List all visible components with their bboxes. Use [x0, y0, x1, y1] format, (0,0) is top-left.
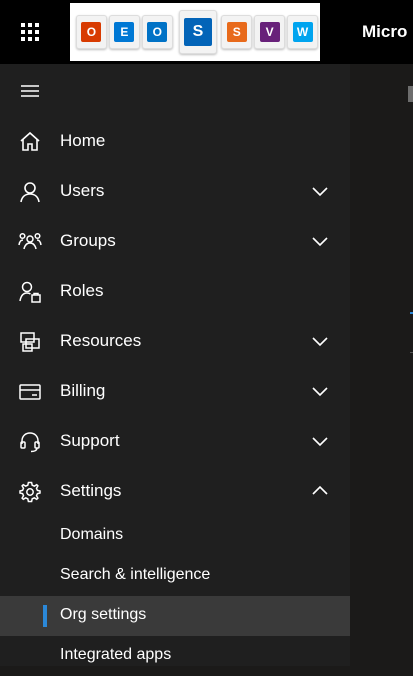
- collapse-nav-button[interactable]: [0, 64, 60, 118]
- roles-icon: [19, 281, 41, 303]
- home-icon: [20, 131, 40, 151]
- outlook-logo-icon: O: [147, 22, 168, 42]
- gear-icon: [19, 481, 41, 503]
- sway-app-tile: S: [221, 15, 253, 49]
- top-header: O E O S S V W Micro: [0, 0, 413, 64]
- nav-item-support[interactable]: Support: [0, 416, 350, 466]
- hamburger-icon: [21, 85, 39, 97]
- subnav-item-domains[interactable]: Domains: [0, 516, 350, 556]
- chevron-down-icon: [312, 237, 328, 247]
- windows-logo-icon: W: [292, 22, 313, 42]
- chevron-down-icon: [312, 187, 328, 197]
- subnav-item-label: Search & intelligence: [60, 566, 211, 583]
- chevron-down-icon: [312, 337, 328, 347]
- nav-item-home[interactable]: Home: [0, 116, 350, 166]
- office-logo-icon: O: [81, 22, 102, 42]
- subnav-item-label: Org settings: [60, 606, 147, 623]
- nav-item-label: Resources: [60, 331, 142, 350]
- sharepoint-logo-icon: S: [184, 18, 213, 46]
- resources-icon: [20, 332, 40, 352]
- nav-item-groups[interactable]: Groups: [0, 216, 350, 266]
- subnav-item-label: Integrated apps: [60, 646, 172, 663]
- exchange-app-tile: E: [108, 15, 140, 49]
- waffle-icon: [21, 23, 39, 41]
- left-nav: Home Users Groups Roles Resources Billin…: [0, 64, 350, 666]
- user-icon: [20, 182, 40, 203]
- windows-app-tile: W: [287, 15, 319, 49]
- outlook-app-tile: O: [141, 15, 173, 49]
- chevron-down-icon: [312, 437, 328, 447]
- sway-logo-icon: S: [226, 22, 247, 42]
- billing-icon: [19, 384, 41, 400]
- visual-studio-app-tile: V: [254, 15, 286, 49]
- subnav-item-org-settings[interactable]: Org settings: [0, 596, 350, 636]
- nav-item-label: Users: [60, 181, 105, 200]
- org-logo-banner[interactable]: O E O S S V W: [70, 3, 320, 61]
- exchange-logo-icon: E: [114, 22, 135, 42]
- active-indicator: [43, 605, 47, 627]
- app-title[interactable]: Micro: [362, 22, 407, 42]
- main-content: [350, 64, 413, 666]
- nav-item-label: Settings: [60, 481, 122, 500]
- nav-item-users[interactable]: Users: [0, 166, 350, 216]
- chevron-up-icon: [312, 485, 328, 495]
- nav-item-roles[interactable]: Roles: [0, 266, 350, 316]
- nav-item-label: Groups: [60, 231, 116, 250]
- app-launcher-button[interactable]: [0, 0, 60, 64]
- nav-item-resources[interactable]: Resources: [0, 316, 350, 366]
- subnav-item-label: Domains: [60, 526, 124, 543]
- nav-item-label: Home: [60, 131, 106, 150]
- nav-item-label: Roles: [60, 281, 104, 300]
- sharepoint-app-tile: S: [178, 10, 218, 54]
- nav-item-label: Billing: [60, 381, 106, 400]
- nav-item-billing[interactable]: Billing: [0, 366, 350, 416]
- visual-studio-logo-icon: V: [259, 22, 280, 42]
- headset-icon: [20, 432, 40, 453]
- groups-icon: [18, 232, 42, 250]
- nav-item-settings[interactable]: Settings: [0, 466, 350, 516]
- nav-item-label: Support: [60, 431, 120, 450]
- subnav-item-integrated-apps[interactable]: Integrated apps: [0, 636, 350, 676]
- chevron-down-icon: [312, 387, 328, 397]
- office-app-tile: O: [76, 15, 107, 49]
- subnav-item-search-intelligence[interactable]: Search & intelligence: [0, 556, 350, 596]
- breadcrumb-fragment: [408, 86, 413, 102]
